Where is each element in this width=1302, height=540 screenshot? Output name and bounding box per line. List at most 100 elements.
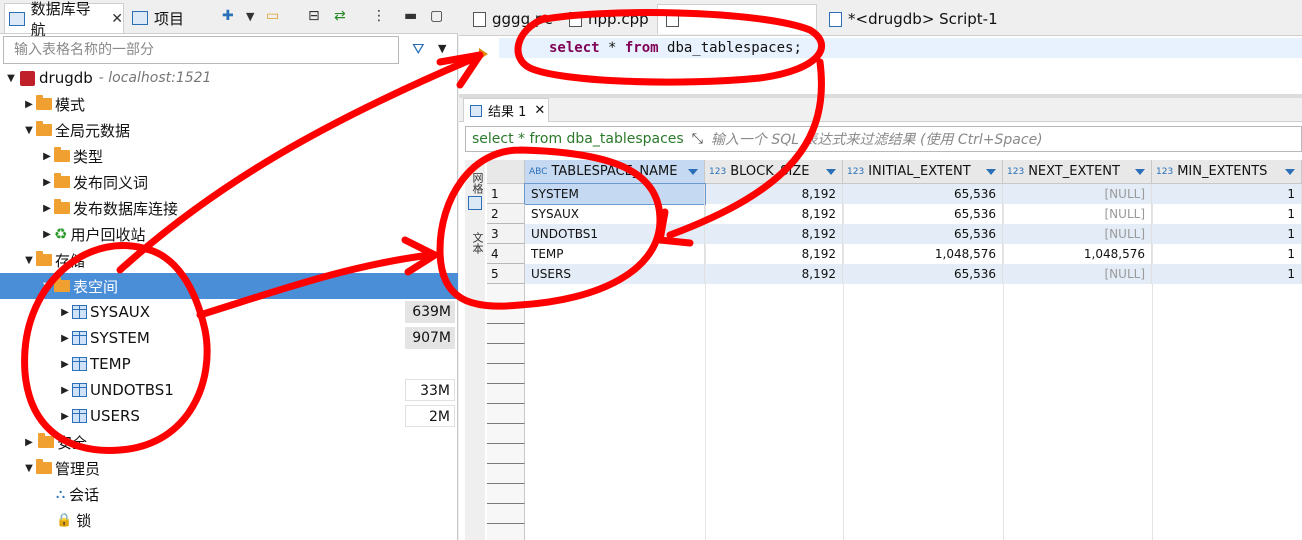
expand-arrow-icon[interactable]: ▶ — [58, 411, 72, 422]
table-cell[interactable]: 8,192 — [705, 204, 843, 224]
sort-filter-icon[interactable] — [688, 169, 698, 175]
table-cell[interactable]: 65,536 — [843, 184, 1003, 204]
run-statement-icon[interactable] — [479, 48, 488, 60]
tree-node-schemas[interactable]: ▶ 模式 — [0, 91, 458, 117]
table-cell[interactable]: USERS — [525, 264, 705, 284]
filter-icon[interactable]: ⛛ — [412, 40, 425, 58]
collapse-all-icon[interactable]: ⊟ — [308, 8, 320, 24]
chevron-down-icon[interactable]: ▼ — [438, 42, 446, 55]
tree-node-tablespace[interactable]: ▶ TEMP — [0, 351, 458, 377]
sql-line[interactable]: select * from dba_tablespaces; — [499, 38, 1302, 58]
table-cell[interactable]: 1 — [1152, 224, 1302, 244]
tree-node-connection[interactable]: ▼ drugdb - localhost:1521 — [0, 65, 458, 91]
tree-node-tablespace[interactable]: ▶ SYSAUX 639M — [0, 299, 458, 325]
tab-results-1[interactable]: 结果 1 ✕ — [463, 98, 549, 122]
expand-arrow-icon[interactable]: ▶ — [58, 307, 72, 318]
expand-arrow-icon[interactable]: ▶ — [58, 333, 72, 344]
results-filter-placeholder[interactable]: 输入一个 SQL 表达式来过滤结果 (使用 Ctrl+Space) — [711, 129, 1043, 149]
table-cell[interactable]: SYSTEM — [524, 183, 706, 205]
new-connection-icon[interactable]: ✚ — [222, 8, 234, 24]
column-header[interactable]: ABC TABLESPACE_NAME — [525, 160, 705, 184]
expand-arrow-icon[interactable]: ▶ — [58, 385, 72, 396]
table-cell[interactable]: [NULL] — [1003, 204, 1152, 224]
table-cell[interactable]: 8,192 — [705, 184, 843, 204]
results-filter-bar[interactable]: select * from dba_tablespaces ⤡ 输入一个 SQL… — [465, 126, 1302, 152]
sort-filter-icon[interactable] — [826, 169, 836, 175]
row-number[interactable]: 1 — [487, 184, 525, 204]
editor-tab[interactable]: npp.cpp — [561, 4, 657, 34]
row-number[interactable]: 2 — [487, 204, 525, 224]
tree-node-public-synonyms[interactable]: ▶ 发布同义词 — [0, 169, 458, 195]
expand-icon[interactable]: ⤡ — [692, 131, 703, 147]
table-cell[interactable]: 1 — [1152, 204, 1302, 224]
tree-node-storage[interactable]: ▼ 存储 — [0, 247, 458, 273]
tab-text-view[interactable]: 文本 — [467, 232, 485, 254]
collapse-arrow-icon[interactable]: ▼ — [22, 255, 36, 266]
table-cell[interactable]: 65,536 — [843, 204, 1003, 224]
expand-arrow-icon[interactable]: ▶ — [40, 177, 54, 188]
collapse-arrow-icon[interactable]: ▼ — [22, 463, 36, 474]
row-number[interactable]: 4 — [487, 244, 525, 264]
table-cell[interactable]: 1,048,576 — [843, 244, 1003, 264]
link-editor-icon[interactable]: ⇄ — [334, 8, 346, 24]
table-cell[interactable]: UNDOTBS1 — [525, 224, 705, 244]
column-header[interactable]: 123 BLOCK_SIZE — [705, 160, 843, 184]
collapse-arrow-icon[interactable]: ▼ — [40, 281, 54, 292]
table-cell[interactable]: SYSAUX — [525, 204, 705, 224]
tree-node-tablespace[interactable]: ▶ SYSTEM 907M — [0, 325, 458, 351]
column-header[interactable]: 123 NEXT_EXTENT — [1003, 160, 1152, 184]
close-tab-icon[interactable]: ✕ — [534, 103, 545, 118]
sort-filter-icon[interactable] — [986, 169, 996, 175]
table-cell[interactable]: 8,192 — [705, 264, 843, 284]
table-filter-input[interactable] — [4, 37, 398, 63]
results-grid[interactable]: ABC TABLESPACE_NAME 123 BLOCK_SIZE 123 I… — [487, 160, 1302, 540]
table-cell[interactable]: 8,192 — [705, 224, 843, 244]
table-cell[interactable]: 65,536 — [843, 224, 1003, 244]
expand-arrow-icon[interactable]: ▶ — [22, 437, 36, 448]
close-tab-icon[interactable]: ✕ — [111, 11, 123, 27]
editor-tab-active[interactable] — [657, 4, 817, 34]
table-cell[interactable]: 65,536 — [843, 264, 1003, 284]
tab-grid-view[interactable]: 网格 — [467, 172, 485, 194]
sql-code-area[interactable]: select * from dba_tablespaces; — [459, 36, 1302, 94]
expand-arrow-icon[interactable]: ▶ — [40, 229, 54, 240]
tree-node-security[interactable]: ▶ 安全 — [0, 429, 458, 455]
table-cell[interactable]: TEMP — [525, 244, 705, 264]
tree-node-tablespace[interactable]: ▶ USERS 2M — [0, 403, 458, 429]
chevron-down-icon[interactable]: ▼ — [246, 10, 254, 23]
table-cell[interactable]: 1 — [1152, 264, 1302, 284]
collapse-arrow-icon[interactable]: ▼ — [4, 73, 18, 84]
tree-node-administer[interactable]: ▼ 管理员 — [0, 455, 458, 481]
tree-node-locks[interactable]: 🔒 锁 — [0, 507, 458, 533]
tree-node-tablespaces[interactable]: ▼ 表空间 — [0, 273, 458, 299]
table-cell[interactable]: 1 — [1152, 244, 1302, 264]
tab-database-navigator[interactable]: 数据库导航 ✕ — [4, 0, 124, 39]
editor-tab[interactable]: gggg.pc — [465, 4, 561, 34]
tree-node-recycle-bin[interactable]: ▶ ♻ 用户回收站 — [0, 221, 458, 247]
table-cell[interactable]: [NULL] — [1003, 264, 1152, 284]
tree-node-public-db-links[interactable]: ▶ 发布数据库连接 — [0, 195, 458, 221]
table-cell[interactable]: [NULL] — [1003, 224, 1152, 244]
tree-node-tablespace[interactable]: ▶ UNDOTBS1 33M — [0, 377, 458, 403]
editor-tab[interactable]: *<drugdb> Script-1 — [821, 4, 1011, 34]
sort-filter-icon[interactable] — [1135, 169, 1145, 175]
minimize-icon[interactable]: ▬ — [404, 8, 417, 24]
tree-node-sessions[interactable]: ⛬ 会话 — [0, 481, 458, 507]
new-folder-icon[interactable]: ▭ — [266, 8, 279, 24]
grid-view-icon[interactable] — [468, 196, 482, 210]
expand-arrow-icon[interactable]: ▶ — [22, 99, 36, 110]
tab-projects[interactable]: 项目 — [128, 3, 218, 33]
table-cell[interactable]: 1,048,576 — [1003, 244, 1152, 264]
table-cell[interactable]: [NULL] — [1003, 184, 1152, 204]
tree-node-types[interactable]: ▶ 类型 — [0, 143, 458, 169]
view-menu-icon[interactable]: ⋮ — [372, 8, 386, 24]
table-cell[interactable]: 1 — [1152, 184, 1302, 204]
maximize-icon[interactable]: ▢ — [430, 8, 443, 24]
collapse-arrow-icon[interactable]: ▼ — [22, 125, 36, 136]
sort-filter-icon[interactable] — [1285, 169, 1295, 175]
table-cell[interactable]: 8,192 — [705, 244, 843, 264]
row-number[interactable]: 3 — [487, 224, 525, 244]
tree-node-global-metadata[interactable]: ▼ 全局元数据 — [0, 117, 458, 143]
expand-arrow-icon[interactable]: ▶ — [58, 359, 72, 370]
column-header[interactable]: 123 INITIAL_EXTENT — [843, 160, 1003, 184]
